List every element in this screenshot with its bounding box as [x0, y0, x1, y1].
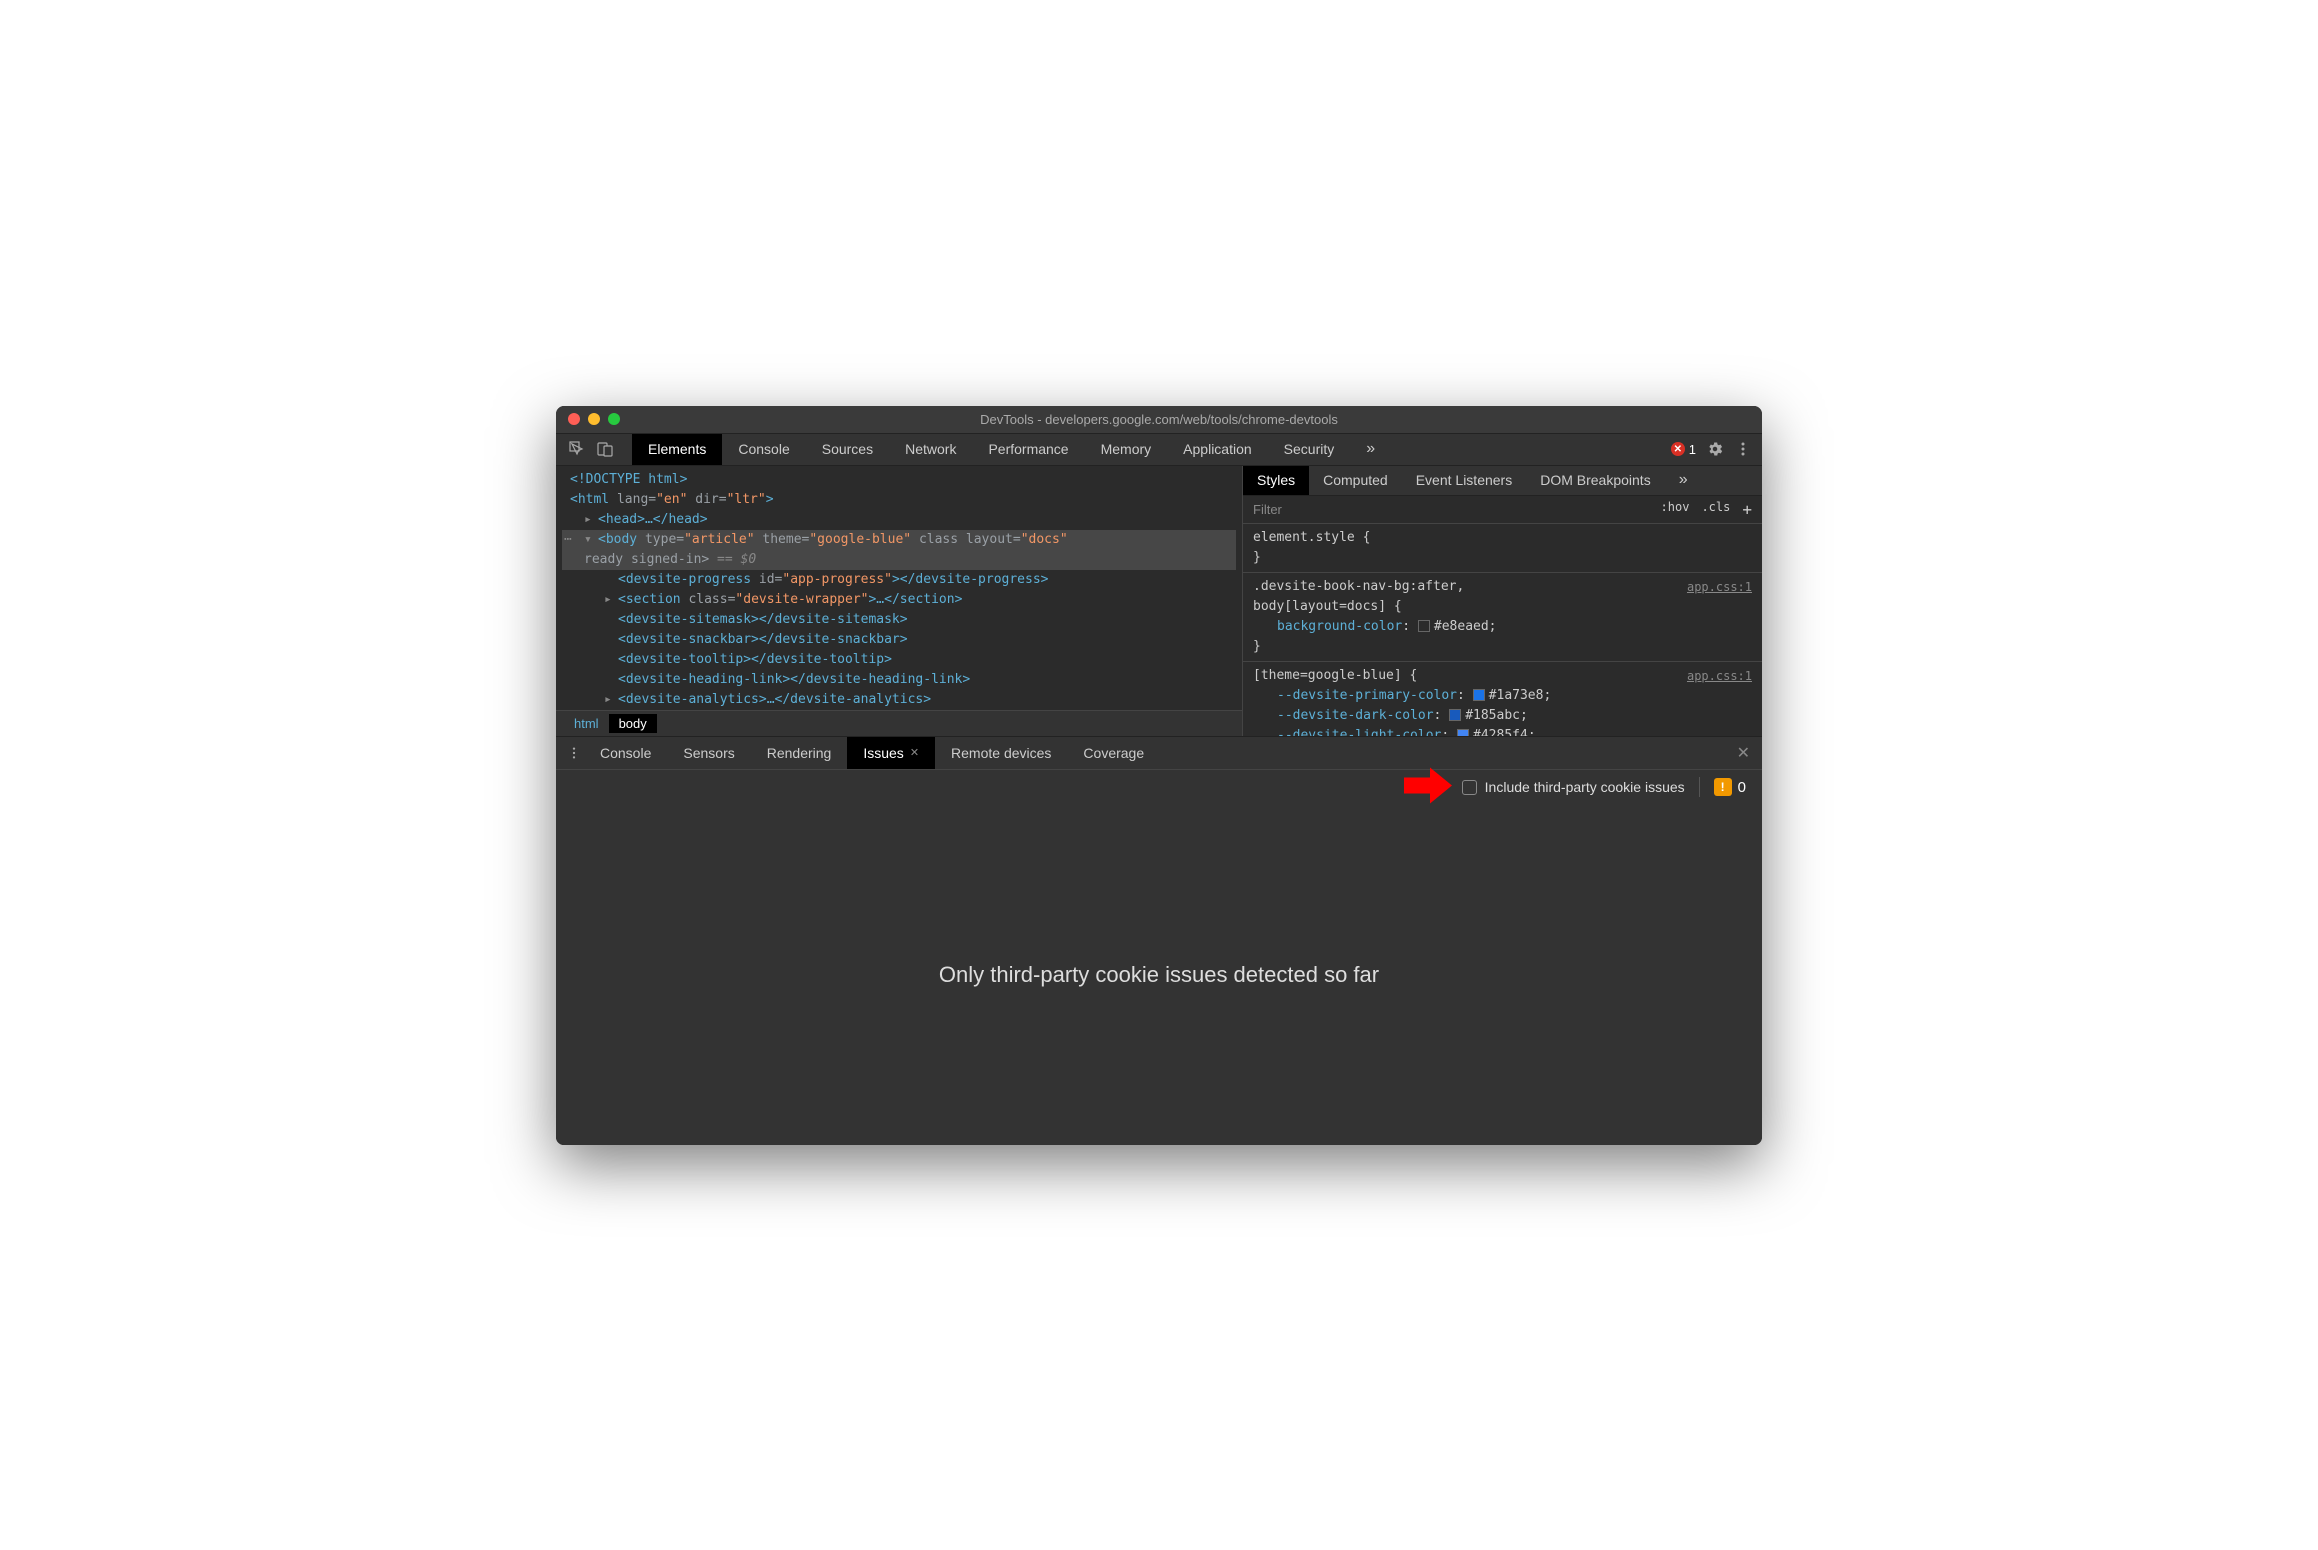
device-toggle-icon[interactable]	[596, 440, 614, 458]
styles-rules[interactable]: element.style { } app.css:1 .devsite-boo…	[1243, 524, 1762, 736]
drawer-tab-console[interactable]: Console	[584, 737, 667, 769]
styles-filter-input[interactable]	[1243, 502, 1661, 517]
drawer-menu-icon[interactable]	[564, 746, 584, 760]
issue-count-number: 0	[1738, 779, 1746, 796]
settings-icon[interactable]	[1706, 440, 1724, 458]
styles-tabs-overflow-icon[interactable]	[1665, 466, 1702, 495]
filter-row: :hov .cls +	[1243, 496, 1762, 524]
kebab-menu-icon[interactable]	[1734, 440, 1752, 458]
crumb-body[interactable]: body	[609, 714, 657, 733]
tab-performance[interactable]: Performance	[972, 434, 1084, 465]
drawer-tabs: Console Sensors Rendering Issues✕ Remote…	[556, 737, 1762, 769]
annotation-arrow-icon	[1404, 768, 1452, 807]
tab-sources[interactable]: Sources	[806, 434, 889, 465]
window-title: DevTools - developers.google.com/web/too…	[556, 412, 1762, 427]
titlebar: DevTools - developers.google.com/web/too…	[556, 406, 1762, 434]
main-tabs: Elements Console Sources Network Perform…	[632, 434, 1391, 465]
source-link[interactable]: app.css:1	[1687, 666, 1752, 686]
error-icon: ✕	[1671, 442, 1685, 456]
third-party-checkbox-wrap[interactable]: Include third-party cookie issues	[1462, 779, 1685, 795]
main-toolbar: Elements Console Sources Network Perform…	[556, 434, 1762, 466]
expand-arrow-icon[interactable]: ▸	[604, 690, 614, 710]
styles-tab-styles[interactable]: Styles	[1243, 466, 1309, 495]
elements-content: <!DOCTYPE html> <html lang="en" dir="ltr…	[556, 466, 1762, 736]
drawer: Console Sensors Rendering Issues✕ Remote…	[556, 736, 1762, 1145]
new-style-rule-icon[interactable]: +	[1742, 500, 1752, 519]
drawer-close-icon[interactable]: ✕	[1737, 743, 1750, 763]
dom-doctype: <!DOCTYPE html>	[570, 472, 687, 487]
styles-panel: Styles Computed Event Listeners DOM Brea…	[1242, 466, 1762, 736]
cls-toggle[interactable]: .cls	[1701, 500, 1730, 519]
drawer-tab-issues[interactable]: Issues✕	[847, 737, 935, 769]
warning-icon: !	[1714, 778, 1732, 796]
color-swatch[interactable]	[1418, 620, 1430, 632]
styles-tab-dom-breakpoints[interactable]: DOM Breakpoints	[1526, 466, 1664, 495]
issue-count[interactable]: ! 0	[1714, 778, 1746, 796]
dom-selected-body[interactable]: ⋯▾<body type="article" theme="google-blu…	[562, 530, 1236, 550]
drawer-tab-remote-devices[interactable]: Remote devices	[935, 737, 1067, 769]
drawer-tab-sensors[interactable]: Sensors	[667, 737, 750, 769]
tab-console[interactable]: Console	[722, 434, 805, 465]
color-swatch[interactable]	[1457, 729, 1469, 736]
drawer-tab-rendering[interactable]: Rendering	[751, 737, 848, 769]
styles-tabs: Styles Computed Event Listeners DOM Brea…	[1243, 466, 1762, 496]
tab-application[interactable]: Application	[1167, 434, 1268, 465]
error-count: 1	[1689, 442, 1696, 457]
breadcrumb: html body	[556, 710, 1242, 736]
tab-elements[interactable]: Elements	[632, 434, 722, 465]
tab-network[interactable]: Network	[889, 434, 972, 465]
collapse-arrow-icon[interactable]: ▾	[584, 530, 594, 550]
expand-arrow-icon[interactable]: ▸	[604, 590, 614, 610]
dom-panel: <!DOCTYPE html> <html lang="en" dir="ltr…	[556, 466, 1242, 736]
expand-arrow-icon[interactable]: ▸	[584, 510, 594, 530]
styles-tab-event-listeners[interactable]: Event Listeners	[1402, 466, 1527, 495]
inspect-icon[interactable]	[568, 440, 586, 458]
crumb-html[interactable]: html	[564, 714, 609, 733]
color-swatch[interactable]	[1473, 689, 1485, 701]
source-link[interactable]: app.css:1	[1687, 577, 1752, 597]
tab-memory[interactable]: Memory	[1085, 434, 1168, 465]
drawer-tab-coverage[interactable]: Coverage	[1067, 737, 1160, 769]
issues-toolbar: Include third-party cookie issues ! 0	[556, 769, 1762, 805]
hov-toggle[interactable]: :hov	[1661, 500, 1690, 519]
issues-empty-message: Only third-party cookie issues detected …	[556, 805, 1762, 1145]
checkbox-label: Include third-party cookie issues	[1485, 779, 1685, 795]
checkbox-icon[interactable]	[1462, 780, 1477, 795]
color-swatch[interactable]	[1449, 709, 1461, 721]
error-badge[interactable]: ✕ 1	[1671, 442, 1696, 457]
styles-tab-computed[interactable]: Computed	[1309, 466, 1402, 495]
tab-security[interactable]: Security	[1268, 434, 1351, 465]
tabs-overflow-icon[interactable]	[1350, 434, 1391, 465]
divider	[1699, 777, 1700, 797]
dom-tree[interactable]: <!DOCTYPE html> <html lang="en" dir="ltr…	[556, 466, 1242, 710]
devtools-window: DevTools - developers.google.com/web/too…	[556, 406, 1762, 1145]
close-tab-icon[interactable]: ✕	[910, 746, 919, 759]
